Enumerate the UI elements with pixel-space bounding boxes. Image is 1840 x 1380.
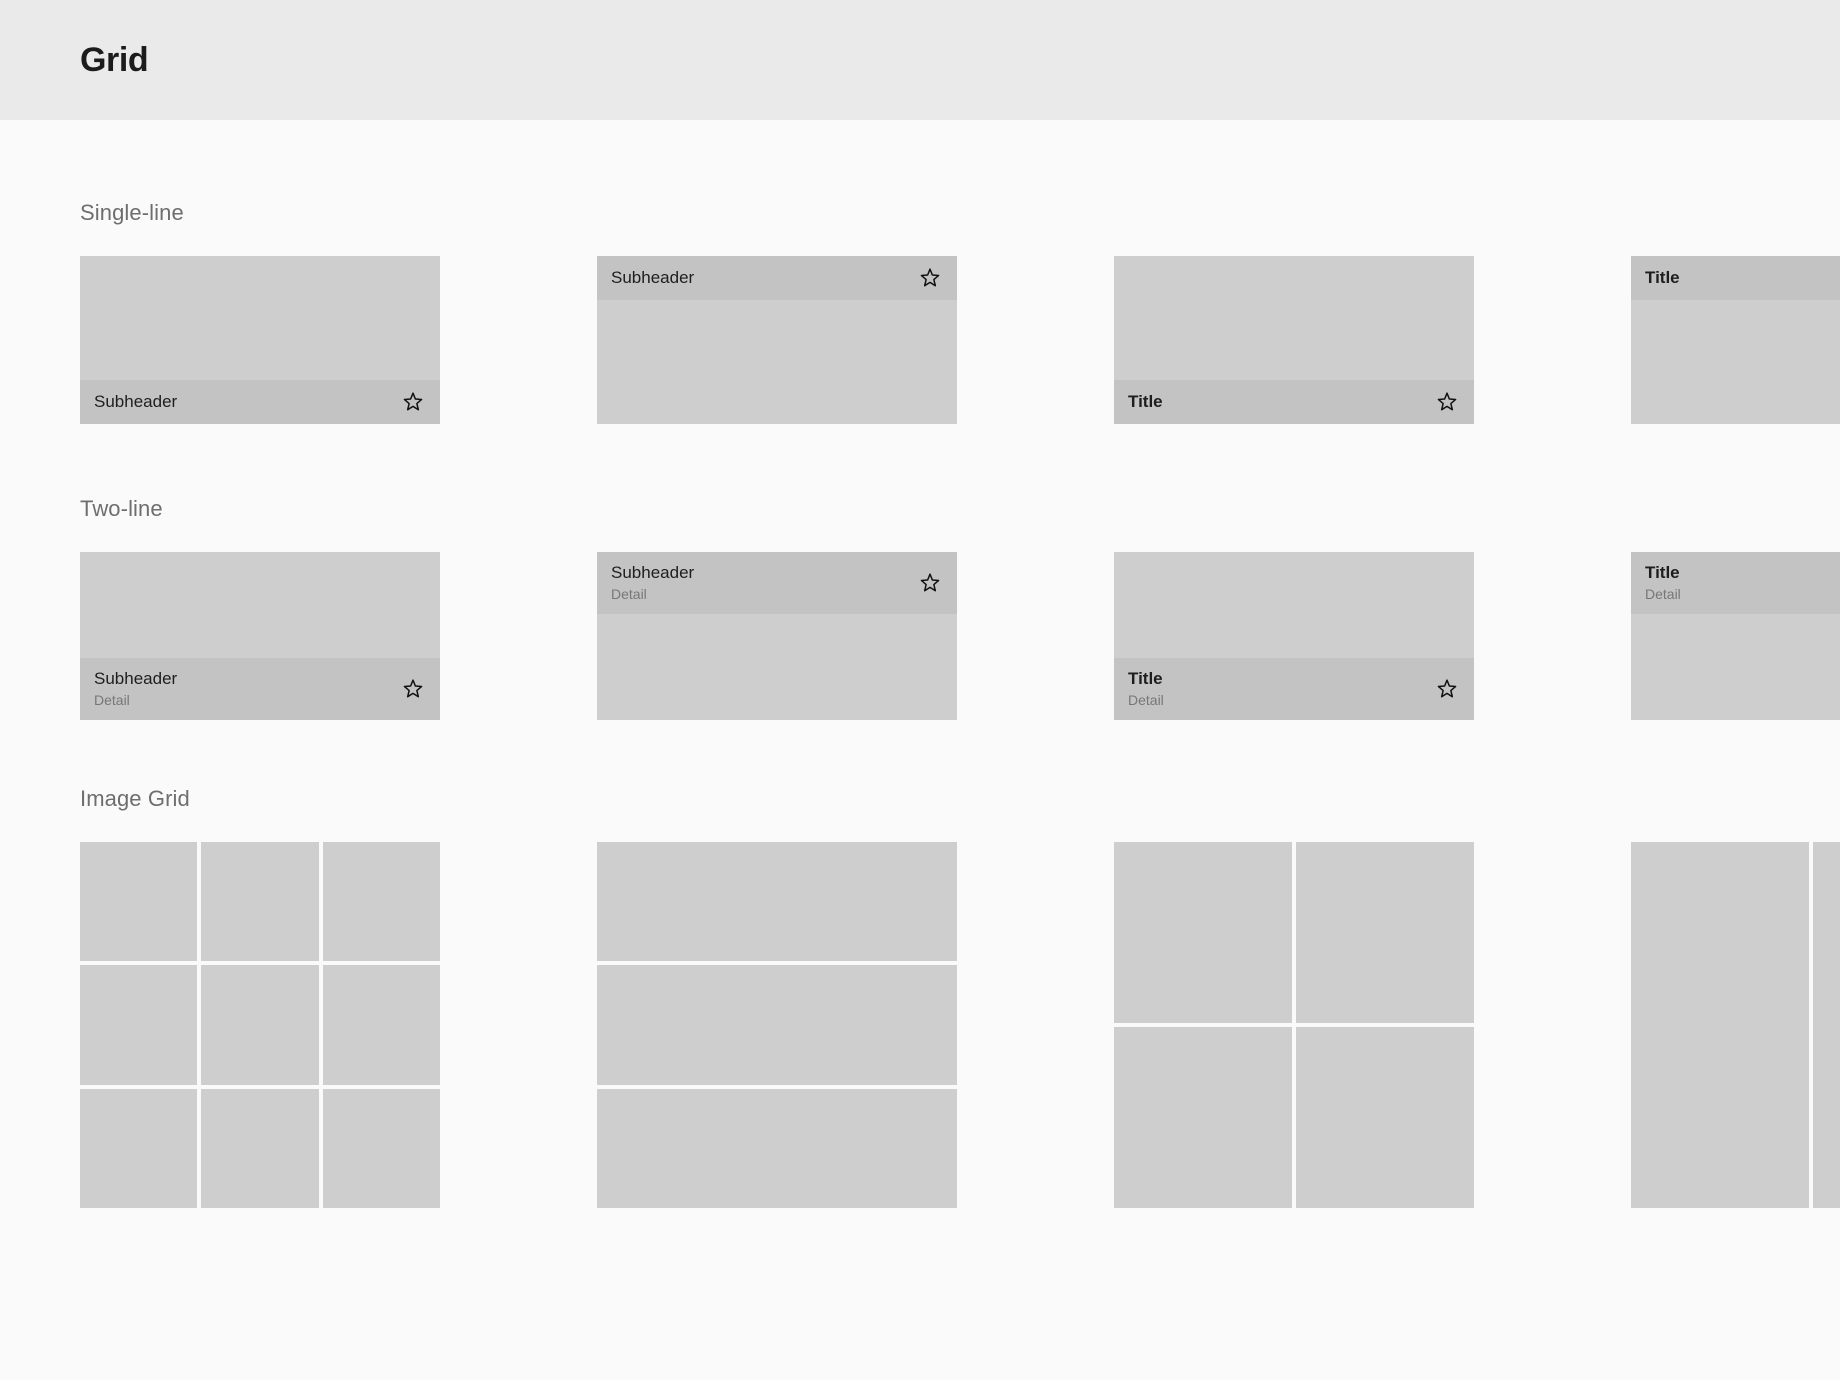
image-grid-cell[interactable]: [80, 965, 198, 1085]
card-bar: Title Detail: [1631, 552, 1840, 614]
card-primary-text: Subheader: [94, 668, 178, 688]
image-grid-cell[interactable]: [80, 842, 198, 962]
card-secondary-text: Detail: [94, 692, 130, 709]
image-grid-3x3: [80, 842, 440, 1208]
card-bar-text: Title Detail: [1645, 562, 1681, 604]
image-grid-cell[interactable]: [1813, 842, 1840, 1208]
page-title: Grid: [80, 40, 149, 79]
grid-list-card[interactable]: Title Detail: [1114, 552, 1474, 720]
card-primary-text: Title: [1645, 268, 1680, 288]
image-grid-cell[interactable]: [1296, 842, 1474, 1023]
single-line-card-row: Subheader Subheader Title Title: [80, 256, 1840, 424]
card-primary-text: Title: [1128, 668, 1163, 688]
star-outline-icon[interactable]: [400, 676, 426, 702]
card-primary-text: Title: [1128, 392, 1163, 412]
section-label-image-grid: Image Grid: [80, 786, 190, 811]
card-bar-text: Title: [1128, 391, 1163, 412]
image-grid-cell[interactable]: [201, 842, 319, 962]
two-line-card-row: Subheader Detail Subheader Detail Title Detai…: [80, 552, 1840, 720]
image-grid-cell[interactable]: [322, 965, 440, 1085]
grid-list-card[interactable]: Subheader: [597, 256, 957, 424]
grid-list-card[interactable]: Title: [1631, 256, 1840, 424]
image-grid-cell[interactable]: [322, 842, 440, 962]
card-secondary-text: Detail: [1128, 692, 1164, 709]
card-bar: Subheader Detail: [597, 552, 957, 614]
star-outline-icon[interactable]: [400, 389, 426, 415]
card-bar: Title: [1114, 380, 1474, 424]
star-outline-icon[interactable]: [1434, 389, 1460, 415]
card-bar-text: Subheader Detail: [611, 562, 694, 604]
section-image-grid: Image Grid: [80, 720, 1840, 1208]
card-bar-text: Title Detail: [1128, 668, 1164, 710]
image-grid-2x1: [1631, 842, 1840, 1208]
card-secondary-text: Detail: [1645, 586, 1681, 603]
card-bar: Subheader: [80, 380, 440, 424]
grid-list-card[interactable]: Subheader: [80, 256, 440, 424]
image-grid-2x2: [1114, 842, 1474, 1208]
grid-list-card[interactable]: Title Detail: [1631, 552, 1840, 720]
card-primary-text: Subheader: [611, 268, 695, 288]
app-header: Grid: [0, 0, 1840, 120]
card-bar-text: Subheader: [611, 267, 694, 288]
section-label-two-line: Two-line: [80, 496, 163, 521]
section-two-line: Two-line Subheader Detail Subheader Detail T…: [80, 424, 1840, 720]
image-grid-1x3: [597, 842, 957, 1208]
grid-list-card[interactable]: Subheader Detail: [80, 552, 440, 720]
image-grid-cell[interactable]: [1296, 1027, 1474, 1208]
card-bar: Title Detail: [1114, 658, 1474, 720]
image-grid-cell[interactable]: [201, 1088, 319, 1208]
grid-list-card[interactable]: Subheader Detail: [597, 552, 957, 720]
image-grid-row: [80, 842, 1840, 1208]
card-bar: Title: [1631, 256, 1840, 300]
star-outline-icon[interactable]: [1434, 676, 1460, 702]
section-label-single-line: Single-line: [80, 200, 184, 225]
star-outline-icon[interactable]: [917, 570, 943, 596]
card-secondary-text: Detail: [611, 586, 647, 603]
card-primary-text: Subheader: [94, 392, 178, 412]
image-grid-cell[interactable]: [597, 965, 957, 1085]
image-grid-cell[interactable]: [1631, 842, 1809, 1208]
image-grid-cell[interactable]: [597, 1088, 957, 1208]
star-outline-icon[interactable]: [917, 265, 943, 291]
image-grid-cell[interactable]: [597, 842, 957, 962]
image-grid-cell[interactable]: [201, 965, 319, 1085]
card-primary-text: Subheader: [611, 562, 695, 582]
page-content: Single-line Subheader Subheader Title Title…: [0, 120, 1840, 1208]
image-grid-cell[interactable]: [1114, 842, 1292, 1023]
card-bar-text: Subheader: [94, 391, 177, 412]
image-grid-cell[interactable]: [80, 1088, 198, 1208]
section-single-line: Single-line Subheader Subheader Title Title: [80, 120, 1840, 424]
card-primary-text: Title: [1645, 562, 1680, 582]
image-grid-cell[interactable]: [322, 1088, 440, 1208]
grid-list-card[interactable]: Title: [1114, 256, 1474, 424]
card-bar-text: Subheader Detail: [94, 668, 177, 710]
card-bar: Subheader Detail: [80, 658, 440, 720]
image-grid-cell[interactable]: [1114, 1027, 1292, 1208]
card-bar-text: Title: [1645, 267, 1680, 288]
card-bar: Subheader: [597, 256, 957, 300]
